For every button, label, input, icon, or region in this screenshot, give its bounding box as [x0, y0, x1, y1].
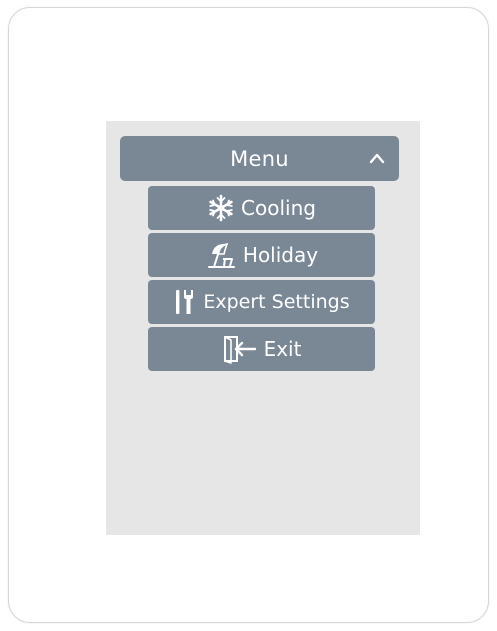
display-screen: Menu Cooling Holiday Expert Settings Exi… [106, 121, 420, 535]
menu-item-exit-label: Exit [263, 337, 302, 361]
menu-item-exit[interactable]: Exit [148, 327, 375, 371]
thermostat-device: Menu Cooling Holiday Expert Settings Exi… [8, 7, 489, 623]
beach-umbrella-icon [205, 240, 237, 270]
menu-item-cooling[interactable]: Cooling [148, 186, 375, 230]
menu-item-cooling-label: Cooling [241, 196, 316, 220]
tools-icon [173, 287, 199, 317]
menu-item-expert-settings[interactable]: Expert Settings [148, 280, 375, 324]
snowflake-icon [207, 194, 235, 222]
chevron-up-icon[interactable] [367, 148, 387, 168]
menu-item-expert-settings-label: Expert Settings [203, 291, 350, 313]
menu-header-button[interactable]: Menu [120, 136, 399, 181]
menu-item-holiday[interactable]: Holiday [148, 233, 375, 277]
menu-item-holiday-label: Holiday [242, 243, 319, 267]
menu-title: Menu [230, 146, 289, 171]
exit-door-icon [222, 334, 258, 364]
